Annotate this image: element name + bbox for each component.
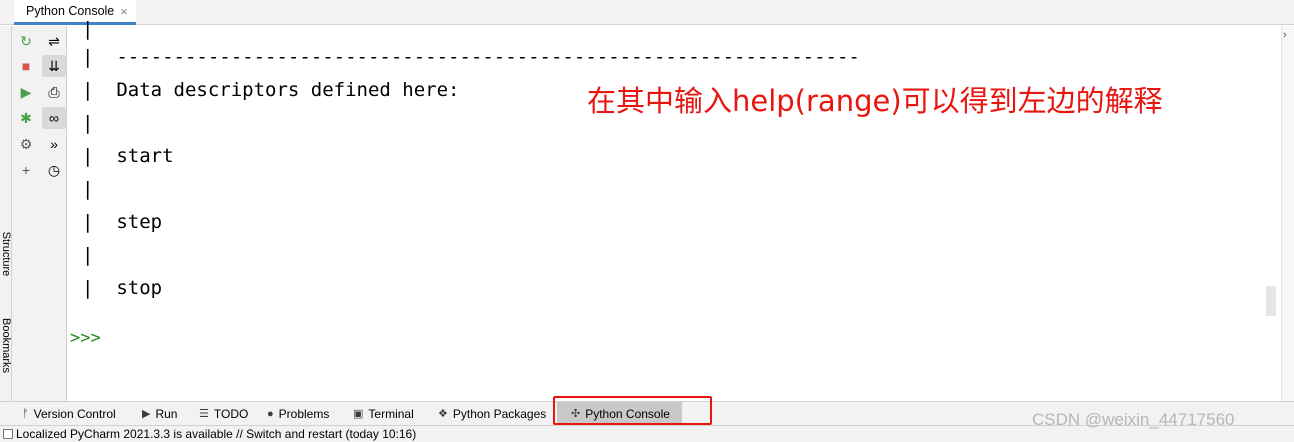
console-line: | --------------------------------------… — [82, 46, 860, 68]
history-icon[interactable]: ◷ — [42, 159, 66, 181]
console-line: | — [82, 244, 94, 266]
bookmarks-stripe-button[interactable]: Bookmarks — [0, 318, 12, 373]
scroll-to-end-icon[interactable]: ⇊ — [42, 55, 66, 77]
settings-icon[interactable]: ⚙ — [14, 133, 38, 155]
show-variables-icon[interactable]: ∞ — [42, 107, 66, 129]
console-line: | — [82, 112, 94, 134]
tab-python-console[interactable]: Python Console × — [14, 0, 136, 25]
stop-icon[interactable]: ■ — [14, 55, 38, 77]
console-line: | Data descriptors defined here: — [82, 79, 460, 101]
tab-title: Python Console — [26, 4, 115, 18]
console-output[interactable]: | | ------------------------------------… — [68, 18, 1280, 401]
print-icon[interactable]: ⎙ — [42, 81, 66, 103]
close-icon[interactable]: × — [120, 4, 128, 19]
tool-label: Python Packages — [452, 406, 547, 421]
python-packages-icon: ❖ — [438, 408, 448, 420]
tool-label: Problems — [278, 406, 330, 421]
soft-wrap-icon[interactable]: ⇌ — [42, 30, 66, 52]
structure-stripe-button[interactable]: Structure — [0, 228, 12, 280]
console-toolbar-primary: ↻ ■ ▶ ✱ ⚙ + — [12, 26, 40, 401]
tool-label: TODO — [213, 406, 249, 421]
watermark: CSDN @weixin_44717560 — [1032, 410, 1235, 429]
run-icon: ▶ — [142, 408, 151, 420]
vertical-scrollbar[interactable]: › — [1266, 26, 1294, 401]
console-line: | stop — [82, 277, 163, 299]
tool-python-packages[interactable]: ❖ Python Packages — [438, 402, 546, 425]
todo-icon: ☰ — [199, 408, 209, 420]
problems-icon: ● — [267, 407, 274, 420]
console-toolbar-secondary: ⇌ ⇊ ⎙ ∞ » ◷ — [40, 26, 67, 401]
execute-icon[interactable]: » — [42, 133, 66, 155]
annotation-text: 在其中输入help(range)可以得到左边的解释 — [587, 84, 1163, 118]
tool-problems[interactable]: ● Problems — [267, 402, 329, 425]
terminal-icon: ▣ — [353, 408, 364, 420]
debug-icon[interactable]: ✱ — [14, 107, 38, 129]
status-message[interactable]: Localized PyCharm 2021.3.3 is available … — [16, 427, 416, 441]
collapse-icon[interactable]: › — [1283, 29, 1287, 41]
add-icon[interactable]: + — [14, 159, 38, 181]
highlight-annotation-box — [553, 396, 712, 425]
tool-label: Run — [155, 406, 178, 421]
console-line: | — [82, 18, 94, 40]
status-toggle-icon[interactable] — [3, 429, 13, 439]
console-line: | — [82, 178, 94, 200]
run-icon[interactable]: ▶ — [14, 81, 38, 103]
tool-terminal[interactable]: ▣ Terminal — [353, 402, 414, 425]
scrollbar-thumb[interactable] — [1266, 286, 1276, 316]
tab-strip: Python Console × — [0, 0, 1294, 25]
left-tool-stripe: Structure Bookmarks — [0, 26, 12, 401]
console-line: | start — [82, 145, 174, 167]
tool-version-control[interactable]: ᚠ Version Control — [22, 402, 116, 425]
version-control-icon: ᚠ — [22, 407, 29, 420]
tool-run[interactable]: ▶ Run — [142, 402, 177, 425]
tool-label: Version Control — [33, 406, 116, 421]
rerun-icon[interactable]: ↻ — [14, 30, 38, 52]
console-prompt[interactable]: >>> — [70, 328, 101, 348]
console-line: | step — [82, 211, 163, 233]
tool-label: Terminal — [368, 406, 414, 421]
tool-todo[interactable]: ☰ TODO — [199, 402, 248, 425]
